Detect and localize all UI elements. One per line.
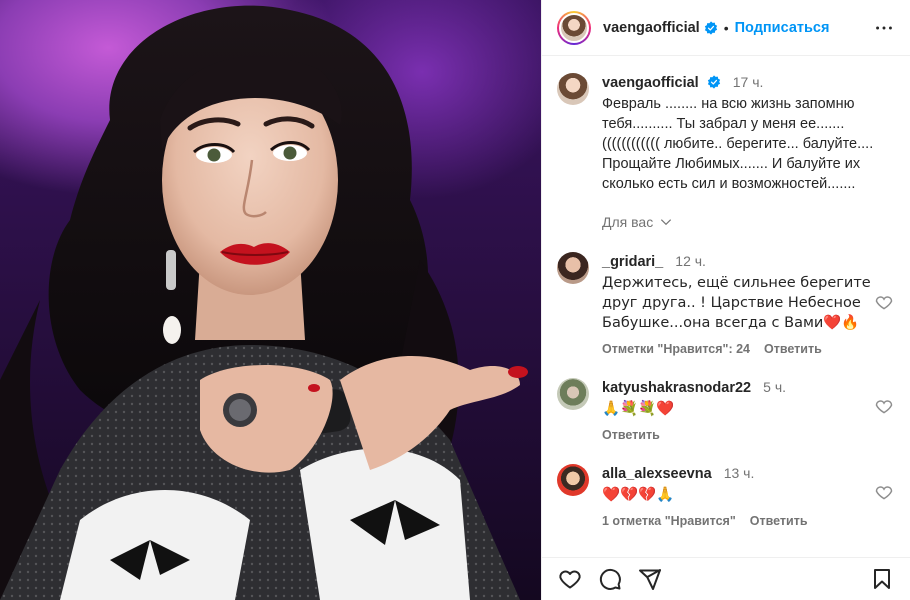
share-send-icon[interactable] bbox=[637, 566, 663, 592]
comment-likes[interactable]: 1 отметка "Нравится" bbox=[602, 514, 736, 528]
reply-button[interactable]: Ответить bbox=[764, 342, 822, 356]
singer-illustration bbox=[0, 5, 528, 600]
comment-text: 🙏💐💐❤️ bbox=[602, 401, 675, 417]
post-viewer: vaengaofficial • Подписаться vaengaoffic… bbox=[0, 0, 910, 600]
reply-button[interactable]: Ответить bbox=[750, 514, 808, 528]
like-comment-heart-icon[interactable] bbox=[874, 482, 894, 502]
separator-dot: • bbox=[723, 19, 729, 36]
post-caption: vaengaofficial 17 ч. Февраль ........ на… bbox=[557, 73, 896, 230]
comment-item: _gridari_ 12 ч. Держитесь, ещё сильнее б… bbox=[557, 252, 896, 356]
comments-list[interactable]: vaengaofficial 17 ч. Февраль ........ на… bbox=[542, 57, 910, 557]
verified-badge-icon bbox=[704, 20, 717, 35]
caption-avatar[interactable] bbox=[557, 73, 589, 105]
caption-text: Февраль ........ на всю жизнь запомню те… bbox=[602, 96, 874, 192]
chevron-down-icon bbox=[661, 219, 672, 226]
comment-likes[interactable]: Отметки "Нравится": 24 bbox=[602, 342, 750, 356]
translate-label: Для вас bbox=[602, 214, 654, 230]
comment-text: Держитесь, ещё сильнее берегите друг дру… bbox=[602, 275, 871, 331]
commenter-username[interactable]: _gridari_ bbox=[602, 254, 663, 270]
comment-item: katyushakrasnodar22 5 ч. 🙏💐💐❤️ Ответить bbox=[557, 378, 896, 442]
reply-button[interactable]: Ответить bbox=[602, 428, 660, 442]
save-bookmark-icon[interactable] bbox=[869, 566, 895, 592]
like-comment-heart-icon[interactable] bbox=[874, 396, 894, 416]
commenter-avatar[interactable] bbox=[557, 378, 589, 410]
more-options-icon[interactable] bbox=[872, 16, 896, 40]
comment-item: alla_alexseevna 13 ч. ❤️💔💔🙏 1 отметка "Н… bbox=[557, 464, 896, 528]
comment-time: 13 ч. bbox=[723, 465, 755, 481]
post-header: vaengaofficial • Подписаться bbox=[542, 0, 910, 56]
caption-username[interactable]: vaengaofficial bbox=[602, 75, 699, 91]
comment-text: ❤️💔💔🙏 bbox=[602, 487, 675, 503]
commenter-username[interactable]: alla_alexseevna bbox=[602, 466, 712, 482]
like-comment-heart-icon[interactable] bbox=[874, 292, 894, 312]
follow-button[interactable]: Подписаться bbox=[735, 20, 830, 36]
comment-time: 12 ч. bbox=[675, 253, 706, 269]
caption-time: 17 ч. bbox=[732, 74, 764, 90]
post-actions-bar bbox=[542, 557, 910, 600]
author-username[interactable]: vaengaofficial bbox=[603, 20, 700, 36]
verified-badge-icon bbox=[707, 75, 720, 89]
commenter-avatar[interactable] bbox=[557, 464, 589, 496]
translate-toggle[interactable]: Для вас bbox=[602, 214, 892, 230]
like-heart-icon[interactable] bbox=[557, 566, 583, 592]
post-side-panel: vaengaofficial • Подписаться vaengaoffic… bbox=[541, 0, 910, 600]
comment-bubble-icon[interactable] bbox=[597, 566, 623, 592]
commenter-avatar[interactable] bbox=[557, 252, 589, 284]
author-avatar[interactable] bbox=[557, 10, 591, 45]
post-photo[interactable] bbox=[0, 0, 541, 600]
commenter-username[interactable]: katyushakrasnodar22 bbox=[602, 380, 751, 396]
comment-time: 5 ч. bbox=[763, 379, 786, 395]
